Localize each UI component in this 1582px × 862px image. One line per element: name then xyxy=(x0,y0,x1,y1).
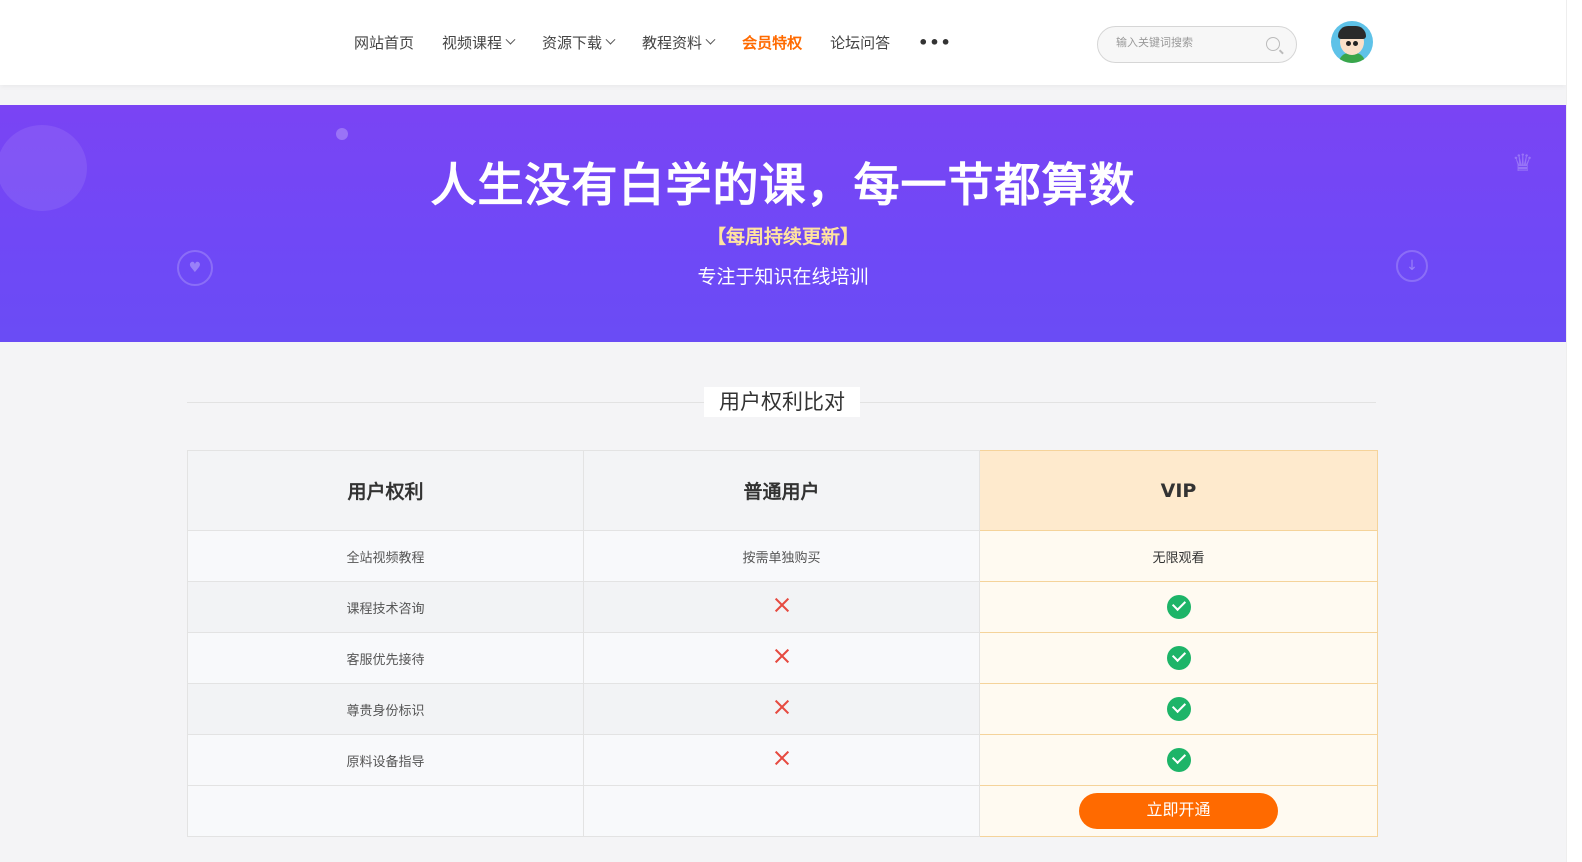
section-title: 用户权利比对 xyxy=(704,387,860,417)
chevron-down-icon xyxy=(605,34,616,45)
vip-value xyxy=(979,734,1378,786)
decorative-dot xyxy=(336,128,348,140)
check-icon xyxy=(1166,748,1191,772)
open-vip-button[interactable]: 立即开通 xyxy=(1079,793,1278,829)
comparison-table: 用户权利 普通用户 VIP 全站视频教程 按需单独购买 无限观看 课程技术咨询 … xyxy=(187,450,1378,837)
avatar[interactable] xyxy=(1331,21,1373,63)
nav-label: 教程资料 xyxy=(642,34,703,52)
banner-tag: 【每周持续更新】 xyxy=(706,226,859,248)
empty-cell xyxy=(187,785,584,837)
vip-value xyxy=(979,581,1378,633)
header-normal-user: 普通用户 xyxy=(583,450,980,531)
search-input[interactable] xyxy=(1116,36,1256,49)
nav-label: 会员特权 xyxy=(742,34,803,52)
vip-value xyxy=(979,683,1378,735)
table-row: 尊贵身份标识 xyxy=(187,683,1378,735)
header-vip: VIP xyxy=(979,450,1378,531)
header-user-rights: 用户权利 xyxy=(187,450,584,531)
nav-label: 视频课程 xyxy=(442,34,503,52)
cross-icon xyxy=(774,699,790,715)
table-action-row: 立即开通 xyxy=(187,785,1378,837)
table-header-row: 用户权利 普通用户 VIP xyxy=(187,450,1378,531)
banner-subtitle: 专注于知识在线培训 xyxy=(697,266,869,288)
hero-banner: ♥ ↓ ♛ 人生没有白学的课，每一节都算数 【每周持续更新】 专注于知识在线培训 xyxy=(0,105,1566,342)
normal-value xyxy=(583,734,980,786)
check-icon xyxy=(1166,646,1191,670)
right-name: 课程技术咨询 xyxy=(187,581,584,633)
more-menu-button[interactable]: ••• xyxy=(918,33,952,52)
table-row: 全站视频教程 按需单独购买 无限观看 xyxy=(187,530,1378,582)
cross-icon xyxy=(774,597,790,613)
nav-label: 网站首页 xyxy=(354,34,415,52)
right-name: 原料设备指导 xyxy=(187,734,584,786)
main-nav: 网站首页 视频课程 资源下载 教程资料 会员特权 论坛问答 ••• xyxy=(354,32,980,53)
nav-item-vip[interactable]: 会员特权 xyxy=(742,32,802,53)
nav-item-forum[interactable]: 论坛问答 xyxy=(830,32,890,53)
nav-item-downloads[interactable]: 资源下载 xyxy=(542,32,616,53)
right-name: 客服优先接待 xyxy=(187,632,584,684)
avatar-eye xyxy=(1346,41,1351,46)
scrollbar[interactable] xyxy=(1566,0,1582,862)
chevron-down-icon xyxy=(705,34,716,45)
search-icon[interactable] xyxy=(1266,37,1280,51)
avatar-eye xyxy=(1353,41,1358,46)
search-box xyxy=(1097,26,1297,63)
vip-value: 无限观看 xyxy=(979,530,1378,582)
right-name: 全站视频教程 xyxy=(187,530,584,582)
nav-label: 资源下载 xyxy=(542,34,603,52)
table-row: 课程技术咨询 xyxy=(187,581,1378,633)
chevron-down-icon xyxy=(505,34,516,45)
nav-label: 论坛问答 xyxy=(830,34,891,52)
action-cell: 立即开通 xyxy=(979,785,1378,837)
nav-item-home[interactable]: 网站首页 xyxy=(354,32,414,53)
empty-cell xyxy=(583,785,980,837)
vip-value xyxy=(979,632,1378,684)
right-name: 尊贵身份标识 xyxy=(187,683,584,735)
avatar-hair xyxy=(1338,26,1366,39)
table-row: 客服优先接待 xyxy=(187,632,1378,684)
table-row: 原料设备指导 xyxy=(187,734,1378,786)
normal-value: 按需单独购买 xyxy=(583,530,980,582)
site-header: 网站首页 视频课程 资源下载 教程资料 会员特权 论坛问答 ••• xyxy=(0,0,1566,85)
banner-title: 人生没有白学的课，每一节都算数 xyxy=(430,158,1136,212)
normal-value xyxy=(583,683,980,735)
check-icon xyxy=(1166,595,1191,619)
check-icon xyxy=(1166,697,1191,721)
nav-item-tutorials[interactable]: 教程资料 xyxy=(642,32,716,53)
normal-value xyxy=(583,632,980,684)
cross-icon xyxy=(774,750,790,766)
cross-icon xyxy=(774,648,790,664)
normal-value xyxy=(583,581,980,633)
nav-item-video-courses[interactable]: 视频课程 xyxy=(442,32,516,53)
